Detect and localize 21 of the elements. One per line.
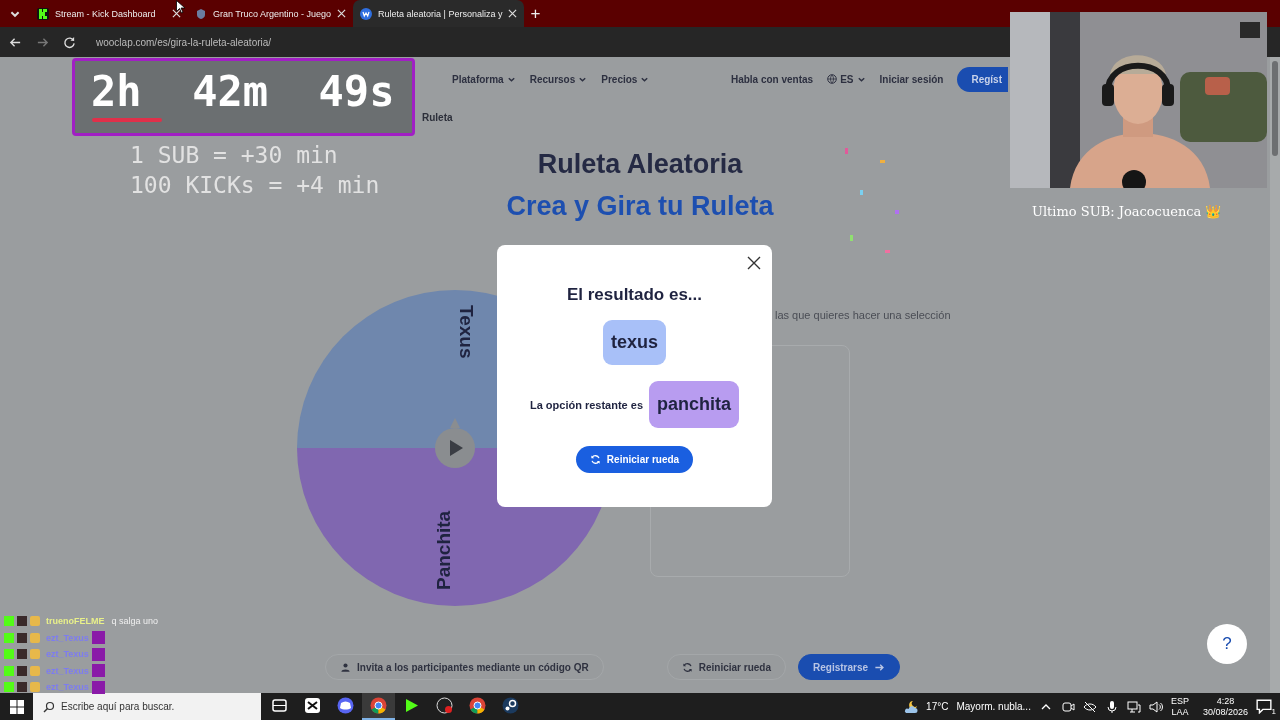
weather-temperature: 17°C xyxy=(926,701,949,712)
breadcrumb-current: Ruleta xyxy=(422,112,453,123)
page-title: Ruleta Aleatoria xyxy=(537,149,743,179)
tab-title: Stream - Kick Dashboard xyxy=(55,8,157,19)
dialog-heading: El resultado es... xyxy=(566,285,703,305)
page-subtitle: Crea y Gira tu Ruleta xyxy=(506,191,774,221)
notification-count: 1 xyxy=(1271,706,1276,716)
countdown-timer: 2h 42m 49s xyxy=(91,67,395,117)
segment-label: Panchita xyxy=(433,510,454,590)
remaining-label: La opción restante es xyxy=(529,398,644,411)
weather-description: Mayorm. nubla... xyxy=(956,701,1031,712)
hint-text: las que quieres hacer una selección xyxy=(775,309,951,321)
subathon-rule: 1 SUB = +30 min xyxy=(130,142,339,168)
chat-message: q salga uno xyxy=(111,616,159,627)
subathon-rule: 100 KICKs = +4 min xyxy=(130,172,380,198)
tab-title: Ruleta aleatoria | Personaliza y xyxy=(378,8,503,19)
result-chip: texus xyxy=(603,320,666,365)
remaining-chip: panchita xyxy=(649,381,740,428)
segment-label: Texus xyxy=(456,305,477,359)
last-sub-label: Ultimo SUB: Joacocuenca 👑 xyxy=(1032,204,1222,219)
tab-title: Gran Truco Argentino - Juego xyxy=(213,8,332,19)
